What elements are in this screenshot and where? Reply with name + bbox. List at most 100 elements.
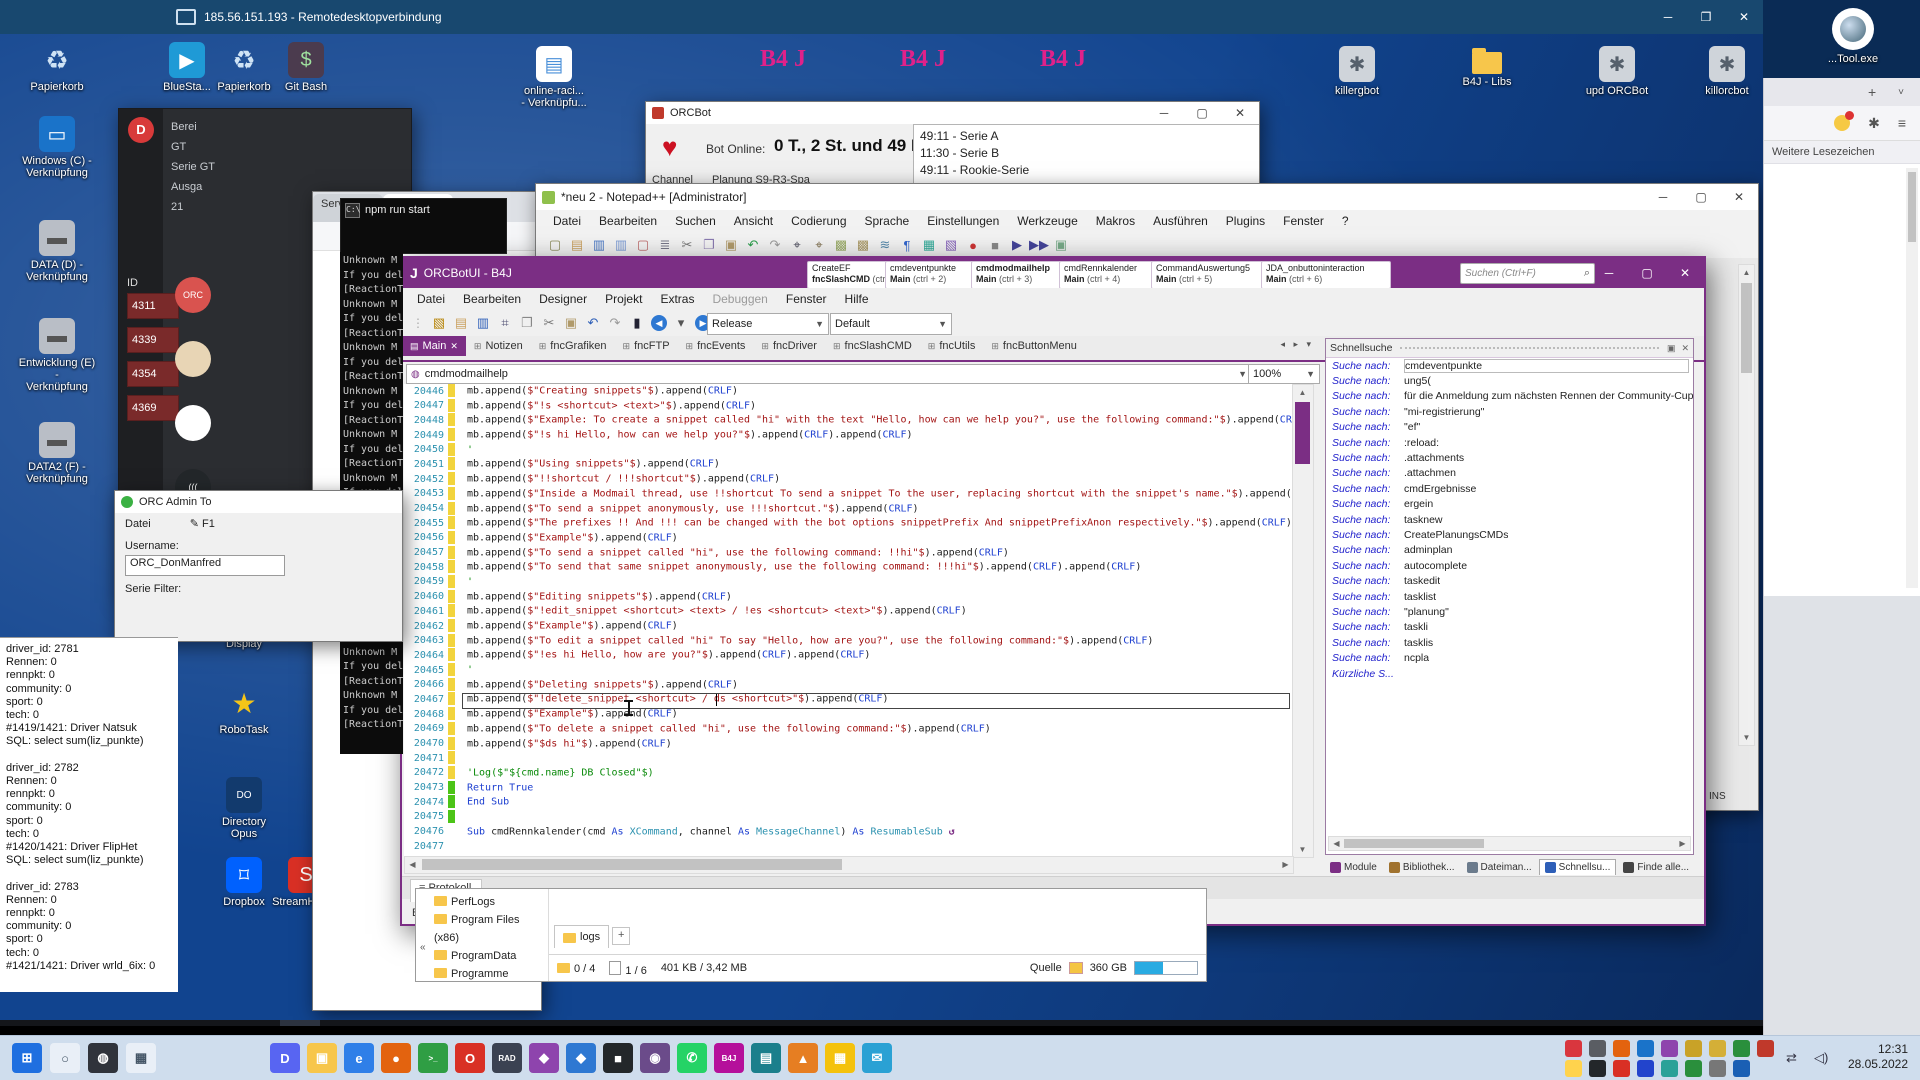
b4j-tab-fncdriver[interactable]: ⊞ fncDriver — [753, 336, 825, 356]
code-line-20467[interactable]: 20467mb.append($"!delete_snippet <shortc… — [404, 692, 1292, 707]
local-taskbar-app-rad[interactable]: RAD — [492, 1043, 522, 1073]
npp-toolbar-icon-16[interactable]: ¶ — [897, 235, 917, 255]
search-history-entry[interactable]: Suche nach:"ef" — [1326, 420, 1693, 435]
panel-drag-handle[interactable] — [1400, 347, 1658, 349]
search-history-entry[interactable]: Suche nach:autocomplete — [1326, 558, 1693, 573]
editor-hscrollbar[interactable]: ◀ ▶ — [404, 856, 1294, 874]
dock-tab-module[interactable]: Module — [1325, 860, 1382, 875]
schedule-entry[interactable]: 11:30 - Serie B — [920, 145, 1260, 162]
local-taskbar-app-conemu[interactable]: >_ — [418, 1043, 448, 1073]
code-line-20477[interactable]: 20477 — [404, 839, 1292, 854]
npm-console-titlebar[interactable]: C:\ npm run start — [340, 198, 507, 254]
local-taskbar-app-discord[interactable]: D — [270, 1043, 300, 1073]
menu-item-fenster[interactable]: Fenster — [1274, 211, 1333, 231]
chevron-left-icon[interactable]: « — [420, 942, 426, 953]
npp-toolbar-icon-12[interactable]: ⌖ — [809, 235, 829, 255]
schedule-entry[interactable]: 49:11 - Serie A — [920, 128, 1260, 145]
search-history-entry[interactable]: Suche nach:tasknew — [1326, 512, 1693, 527]
local-taskbar-app-app-yellow[interactable]: ▦ — [825, 1043, 855, 1073]
tree-folder-programfilesx86[interactable]: Program Files (x86) — [434, 911, 544, 947]
desktop-icon-killergbot[interactable]: ✱killergbot — [1318, 46, 1396, 97]
bookmark-button-createef[interactable]: CreateEFfncSlashCMD (ctrl + 1) — [807, 261, 889, 289]
code-line-20452[interactable]: 20452mb.append($"!!shortcut / !!!shortcu… — [404, 472, 1292, 487]
search-history-entry[interactable]: Suche nach:ncpla — [1326, 650, 1693, 665]
b4j-menu-fenster[interactable]: Fenster — [777, 289, 836, 309]
b4j-menu-extras[interactable]: Extras — [651, 289, 703, 309]
local-tray-icon-r1-0[interactable] — [1565, 1040, 1582, 1057]
code-line-20470[interactable]: 20470mb.append($"$ds hi"$).append(CRLF) — [404, 737, 1292, 752]
code-line-20453[interactable]: 20453mb.append($"Inside a Modmail thread… — [404, 487, 1292, 502]
b4j-toolbar-icon-7[interactable]: ↶ — [583, 313, 603, 333]
npp-toolbar-icon-6[interactable]: ✂ — [677, 235, 697, 255]
npp-toolbar-icon-20[interactable]: ■ — [985, 235, 1005, 255]
npp-toolbar-icon-7[interactable]: ❐ — [699, 235, 719, 255]
local-search-icon[interactable]: ○ — [50, 1043, 80, 1073]
remote-clock[interactable]: 12:31 28.05.2022 — [1668, 1025, 1728, 1026]
local-taskbar-app-b4j[interactable]: B4J — [714, 1043, 744, 1073]
local-tray-icon-r1-1[interactable] — [1589, 1040, 1606, 1057]
npp-toolbar-icon-5[interactable]: ≣ — [655, 235, 675, 255]
local-app-cortana[interactable]: ◍ — [88, 1043, 118, 1073]
taskbar-app-app-dark[interactable]: ■ — [400, 1020, 440, 1026]
b4j-toolbar-icon-6[interactable]: ▣ — [561, 313, 581, 333]
npp-toolbar-icon-8[interactable]: ▣ — [721, 235, 741, 255]
local-tray-icon-r2-4[interactable] — [1661, 1060, 1678, 1077]
menu-item-ausführen[interactable]: Ausführen — [1144, 211, 1217, 231]
code-line-20475[interactable]: 20475 — [404, 810, 1292, 825]
code-line-20469[interactable]: 20469mb.append($"To delete a snippet cal… — [404, 722, 1292, 737]
code-line-20448[interactable]: 20448mb.append($"Example: To create a sn… — [404, 413, 1292, 428]
bookmark-button-cmdeventpunkte[interactable]: cmdeventpunkteMain (ctrl + 2) — [885, 261, 975, 289]
dock-tab-dateiman[interactable]: Dateiman... — [1462, 860, 1537, 875]
orcbot-schedule-list[interactable]: 49:11 - Serie A11:30 - Serie B49:11 - Ro… — [913, 124, 1260, 188]
task-view-icon[interactable]: ▦ — [80, 1020, 120, 1026]
dock-tab-findealle[interactable]: Finde alle... — [1618, 860, 1694, 875]
code-line-20446[interactable]: 20446mb.append($"Creating snippets"$).ap… — [404, 384, 1292, 399]
discord-server-icon[interactable]: ORC — [175, 277, 211, 313]
other-bookmarks-label[interactable]: Weitere Lesezeichen — [1764, 141, 1920, 164]
npp-toolbar-icon-17[interactable]: ▦ — [919, 235, 939, 255]
local-taskbar-app-gimp[interactable]: ◉ — [640, 1043, 670, 1073]
rdp-restore-button[interactable]: ❐ — [1687, 0, 1725, 34]
orc-admin-menu-datei[interactable]: Datei — [125, 518, 151, 530]
b4j-build-config-select[interactable]: Release▼ — [707, 313, 829, 335]
local-taskbar-app-obs[interactable]: ■ — [603, 1043, 633, 1073]
b4j-tab-notizen[interactable]: ⊞ Notizen — [466, 336, 531, 356]
notepadpp-vscrollbar[interactable]: ▲ ▼ — [1738, 264, 1755, 746]
code-line-20457[interactable]: 20457mb.append($"To send a snippet calle… — [404, 546, 1292, 561]
b4j-close-button[interactable]: ✕ — [1666, 258, 1704, 288]
b4j-tab-main[interactable]: ▤ Main ✕ — [402, 336, 466, 356]
local-tray-icon-r1-6[interactable] — [1709, 1040, 1726, 1057]
local-taskbar-app-opera[interactable]: O — [455, 1043, 485, 1073]
b4j-tab-fncevents[interactable]: ⊞ fncEvents — [678, 336, 754, 356]
code-line-20451[interactable]: 20451mb.append($"Using snippets"$).appen… — [404, 457, 1292, 472]
code-line-20454[interactable]: 20454mb.append($"To send a snippet anony… — [404, 502, 1292, 517]
desktop-icon-entwicklung[interactable]: ▬Entwicklung (E) - Verknüpfung — [18, 318, 96, 393]
local-tray-icon-r2-5[interactable] — [1685, 1060, 1702, 1077]
menu-item-makros[interactable]: Makros — [1087, 211, 1144, 231]
code-line-20460[interactable]: 20460mb.append($"Editing snippets"$).app… — [404, 590, 1292, 605]
explorer-tab-logs[interactable]: logs — [554, 925, 609, 948]
search-history-entry[interactable]: Suche nach:tasklist — [1326, 589, 1693, 604]
b4j-toolbar-icon-5[interactable]: ✂ — [539, 313, 559, 333]
explorer-new-tab-button[interactable]: + — [612, 927, 630, 945]
notepadpp-close-button[interactable]: ✕ — [1720, 184, 1758, 210]
code-line-20449[interactable]: 20449mb.append($"!s hi Hello, how can we… — [404, 428, 1292, 443]
code-line-20455[interactable]: 20455mb.append($"The prefixes !! And !!!… — [404, 516, 1292, 531]
tree-folder-perflogs[interactable]: PerfLogs — [434, 893, 544, 911]
quicksearch-history-list[interactable]: Suche nach:cmdeventpunkteSuche nach:ung5… — [1326, 358, 1693, 681]
local-network-icon[interactable]: ⇄ — [1786, 1050, 1797, 1066]
search-history-entry[interactable]: Suche nach::reload: — [1326, 435, 1693, 450]
npp-toolbar-icon-22[interactable]: ▶▶ — [1029, 235, 1049, 255]
new-tab-icon[interactable]: + — [1868, 84, 1876, 100]
search-history-entry[interactable]: Suche nach:taskli — [1326, 620, 1693, 635]
dock-tab-schnellsu[interactable]: Schnellsu... — [1539, 859, 1617, 875]
panel-close-icon[interactable]: ✕ — [1681, 343, 1689, 354]
search-history-entry[interactable]: Suche nach:.attachmen — [1326, 466, 1693, 481]
npp-toolbar-icon-19[interactable]: ● — [963, 235, 983, 255]
b4j-tab-fncbuttonmenu[interactable]: ⊞ fncButtonMenu — [983, 336, 1085, 356]
orcbot-maximize-button[interactable]: ▢ — [1183, 102, 1221, 124]
b4j-member-dropdown[interactable]: ◍ cmdmodmailhelp ▼ — [406, 364, 1252, 384]
b4j-toolbar-icon-11[interactable]: ▾ — [671, 313, 691, 333]
explorer-folder-tree[interactable]: PerfLogsProgram Files (x86)ProgramDataPr… — [434, 893, 544, 983]
b4j-zoom-select[interactable]: 100%▼ — [1248, 364, 1320, 384]
